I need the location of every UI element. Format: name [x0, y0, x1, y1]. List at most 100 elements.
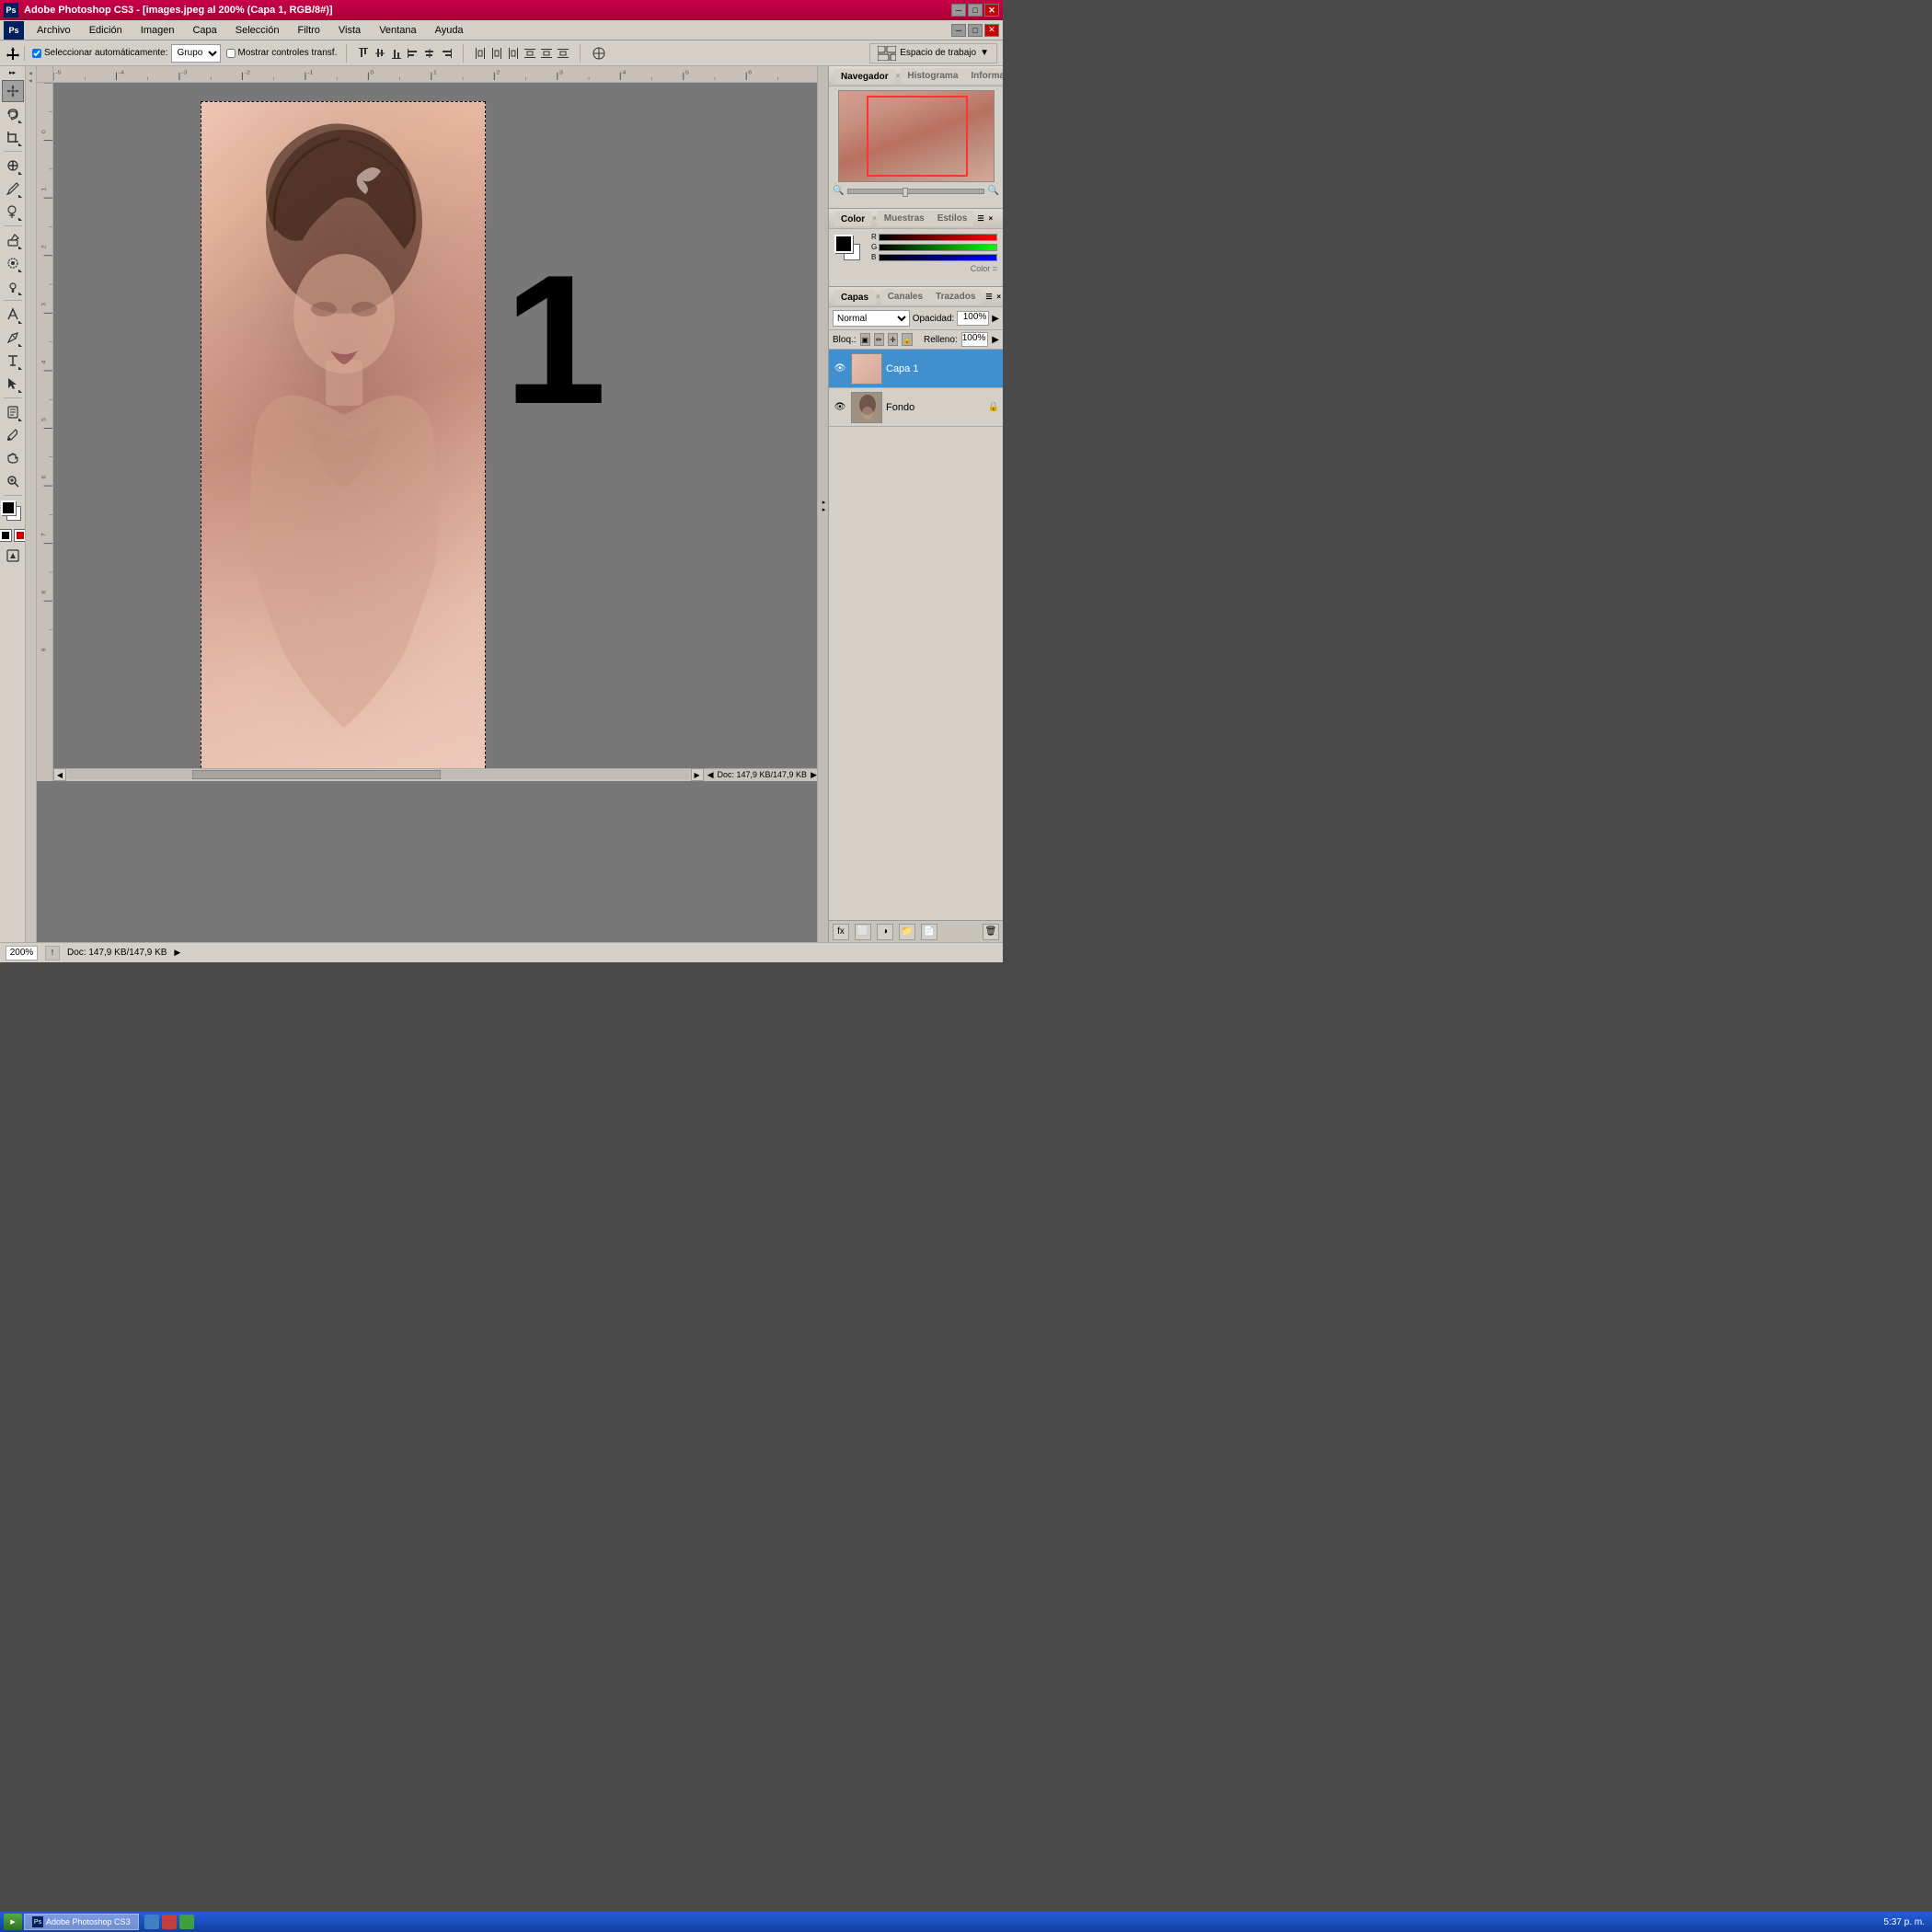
tool-crop[interactable]	[2, 126, 24, 148]
distrib3-icon[interactable]	[506, 46, 521, 61]
layers-tab-canales[interactable]: Canales	[881, 289, 929, 305]
nav-zoom-plus[interactable]: 🔍	[988, 186, 999, 196]
new-fill-adj-btn[interactable]: ◑	[877, 924, 893, 940]
fg-bg-colors[interactable]	[1, 500, 25, 524]
color-tab-estilos[interactable]: Estilos	[931, 211, 974, 226]
nav-zoom-thumb[interactable]	[903, 188, 908, 197]
tool-clone[interactable]	[2, 201, 24, 223]
tool-blur[interactable]	[2, 252, 24, 274]
layers-tab-capas[interactable]: Capas	[834, 290, 875, 305]
layers-panel-menu-btn[interactable]: ☰	[985, 293, 995, 302]
menu-filtro[interactable]: Filtro	[292, 23, 325, 38]
canvas-container[interactable]: 1 ◀ ▶ ◀ Doc: 147,9 KB/147,9 KB ▶	[53, 83, 817, 781]
new-layer-btn[interactable]: 📄	[921, 924, 937, 940]
nav-tab-histogram[interactable]: Histograma	[901, 68, 964, 84]
distrib1-icon[interactable]	[473, 46, 488, 61]
menu-imagen[interactable]: Imagen	[135, 23, 180, 38]
tool-healing[interactable]	[2, 155, 24, 177]
taskbar-icon2[interactable]	[162, 1915, 177, 1929]
right-collapse-icon[interactable]: ▸▸	[820, 499, 827, 513]
menu-close-button[interactable]: ✕	[984, 24, 999, 37]
h-scroll-track[interactable]	[68, 770, 689, 779]
tool-dodge[interactable]	[2, 275, 24, 297]
tool-eyedropper[interactable]	[2, 424, 24, 446]
color-fg-swatch[interactable]	[834, 235, 853, 253]
menu-seleccion[interactable]: Selección	[230, 23, 285, 38]
zoom-value[interactable]: 200%	[6, 946, 38, 960]
add-style-btn[interactable]: fx	[833, 924, 849, 940]
color-tab-color[interactable]: Color	[834, 212, 871, 226]
doc-info-arrow[interactable]: ◀	[707, 770, 714, 780]
align-vcenter-icon[interactable]	[373, 46, 387, 61]
taskbar-photoshop-btn[interactable]: Ps Adobe Photoshop CS3	[24, 1914, 139, 1930]
tool-lasso[interactable]	[2, 103, 24, 125]
close-button[interactable]: ✕	[984, 4, 999, 17]
layers-blend-mode-select[interactable]: Normal Multiplicar Aclarar	[833, 310, 910, 327]
color-b-slider[interactable]	[879, 254, 997, 261]
tool-hand[interactable]	[2, 447, 24, 469]
color-r-slider[interactable]	[879, 234, 997, 241]
lock-transparent-icon[interactable]: ▣	[860, 333, 870, 346]
tool-move[interactable]	[2, 80, 24, 102]
layers-tab-trazados[interactable]: Trazados	[929, 289, 982, 305]
align-right-icon[interactable]	[439, 46, 454, 61]
show-transform-check[interactable]	[226, 49, 236, 58]
menu-ventana[interactable]: Ventana	[374, 23, 421, 38]
workspace-button[interactable]: Espacio de trabajo ▼	[869, 43, 997, 63]
tool-pen[interactable]	[2, 327, 24, 349]
quick-mask-btn[interactable]	[14, 529, 27, 542]
lock-pixels-icon[interactable]: ✏	[874, 333, 884, 346]
layers-panel-close-btn[interactable]: ×	[996, 293, 1003, 302]
secondary-collapse[interactable]: ▸▸	[28, 70, 35, 85]
start-button[interactable]: ▶	[4, 1914, 22, 1930]
nav-zoom-slider[interactable]	[847, 189, 983, 194]
auto-align-icon[interactable]	[590, 46, 608, 61]
lock-all-icon[interactable]: 🔒	[902, 333, 913, 346]
h-scroll-right[interactable]: ▶	[691, 768, 704, 781]
tool-screen-mode[interactable]	[2, 545, 24, 567]
tool-brush[interactable]	[2, 178, 24, 200]
color-tab-muestras[interactable]: Muestras	[878, 211, 931, 226]
tool-eraser[interactable]	[2, 229, 24, 251]
new-group-btn[interactable]: 📁	[899, 924, 915, 940]
tool-type[interactable]	[2, 350, 24, 372]
taskbar-icon3[interactable]	[179, 1915, 194, 1929]
layer-item-fondo[interactable]: 👁 Fondo 🔒	[829, 388, 1003, 427]
color-panel-menu-btn[interactable]: ☰	[977, 214, 986, 224]
add-mask-btn[interactable]: ⬜	[855, 924, 871, 940]
tool-notes[interactable]	[2, 401, 24, 423]
distrib4-icon[interactable]	[523, 46, 537, 61]
taskbar-icon1[interactable]	[144, 1915, 159, 1929]
distrib2-icon[interactable]	[489, 46, 504, 61]
standard-mode-btn[interactable]	[0, 529, 12, 542]
distrib6-icon[interactable]	[556, 46, 570, 61]
tool-direct[interactable]	[2, 373, 24, 395]
fg-color-swatch[interactable]	[1, 500, 16, 515]
minimize-button[interactable]: ─	[951, 4, 966, 17]
autoselect-check[interactable]	[32, 49, 41, 58]
tools-collapse-arrow[interactable]: ▸▸	[9, 68, 17, 77]
menu-edicion[interactable]: Edición	[84, 23, 128, 38]
tool-path-select[interactable]	[2, 304, 24, 326]
status-arrow-btn[interactable]: ▶	[174, 948, 185, 959]
menu-maximize-button[interactable]: □	[968, 24, 983, 37]
title-bar-controls[interactable]: ─ □ ✕	[951, 4, 999, 17]
status-warning-icon[interactable]: !	[45, 946, 60, 960]
tool-zoom[interactable]	[2, 470, 24, 492]
color-panel-close-btn[interactable]: ×	[988, 214, 997, 224]
menu-minimize-button[interactable]: ─	[951, 24, 966, 37]
layers-fill-arrow[interactable]: ▶	[992, 335, 999, 345]
align-bottom-icon[interactable]	[389, 46, 404, 61]
doc-info-arrow2[interactable]: ▶	[811, 770, 817, 780]
autoselect-checkbox[interactable]: Seleccionar automáticamente: Grupo Capa	[32, 44, 221, 63]
h-scroll-thumb[interactable]	[192, 770, 441, 779]
nav-tab-navigator[interactable]: Navegador	[834, 69, 895, 84]
align-hcenter-icon[interactable]	[422, 46, 437, 61]
menu-vista[interactable]: Vista	[333, 23, 366, 38]
menu-archivo[interactable]: Archivo	[31, 23, 76, 38]
delete-layer-btn[interactable]: 🗑	[983, 924, 999, 940]
align-left-icon[interactable]	[406, 46, 420, 61]
layers-fill-value[interactable]: 100%	[961, 332, 989, 347]
layer-eye-fondo[interactable]: 👁	[833, 400, 847, 415]
lock-position-icon[interactable]: ✛	[888, 333, 898, 346]
